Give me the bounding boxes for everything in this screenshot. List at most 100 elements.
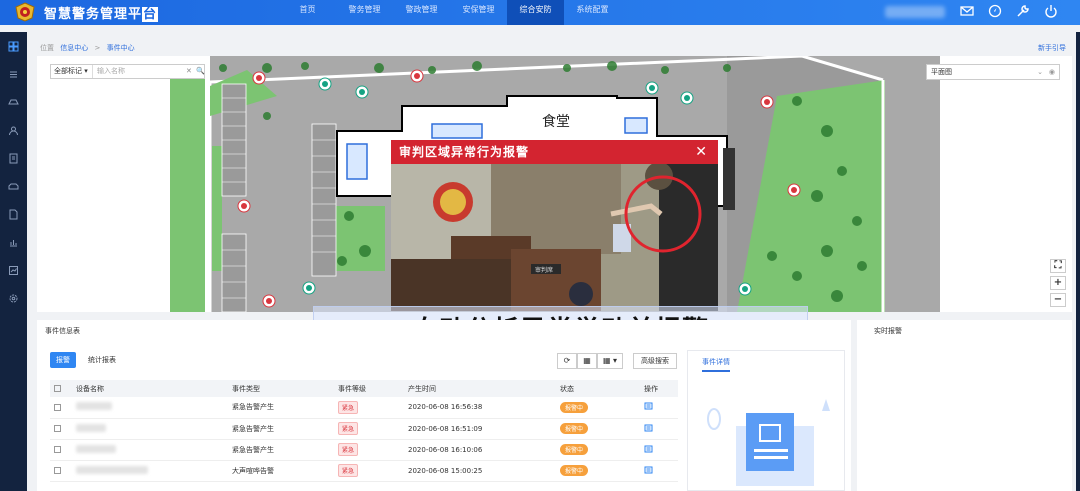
view-detail-icon[interactable] bbox=[644, 466, 653, 474]
chevron-down-icon: ⌄ bbox=[1037, 68, 1043, 76]
device-name-redacted bbox=[76, 423, 106, 432]
event-type: 紧急告警产生 bbox=[228, 439, 334, 461]
view-detail-icon[interactable] bbox=[644, 402, 653, 410]
event-time: 2020-06-08 16:10:06 bbox=[404, 439, 556, 461]
close-icon[interactable]: ✕ bbox=[695, 140, 708, 164]
alarm-video-feed[interactable]: 审判席 bbox=[391, 164, 718, 311]
table-row[interactable]: 紧急告警产生 紧急 2020-06-08 16:51:09 报警中 bbox=[50, 418, 678, 440]
nav-gov-mgmt[interactable]: 警政管理 bbox=[393, 0, 450, 25]
col-device-name: 设备名称 bbox=[72, 380, 228, 397]
realtime-alarm-panel: 实时报警 bbox=[857, 320, 1072, 491]
level-badge: 紧急 bbox=[338, 400, 359, 414]
table-view-icon[interactable]: ▦ bbox=[577, 353, 597, 369]
tab-stats-report[interactable]: 统计报表 bbox=[82, 352, 122, 368]
status-badge: 报警中 bbox=[560, 465, 589, 476]
tab-alarm[interactable]: 报警 bbox=[50, 352, 76, 368]
sidebar-item-user[interactable] bbox=[0, 116, 27, 144]
event-time: 2020-06-08 15:00:25 bbox=[404, 460, 556, 482]
search-icon[interactable]: 🔍 bbox=[196, 65, 205, 78]
sidebar-item-stats[interactable] bbox=[0, 256, 27, 284]
col-action: 操作 bbox=[640, 380, 678, 397]
status-badge: 报警中 bbox=[560, 423, 589, 434]
sidebar-item-settings[interactable] bbox=[0, 284, 27, 312]
sidebar-item-list[interactable] bbox=[0, 60, 27, 88]
sidebar-item-vehicle[interactable] bbox=[0, 172, 27, 200]
vehicle-icon bbox=[8, 183, 19, 189]
row-checkbox[interactable] bbox=[50, 460, 72, 482]
marker-filter-select[interactable]: 全部标记 ▾ bbox=[51, 65, 93, 78]
plan-view-select[interactable]: 平面图 ⌄ ◉ bbox=[926, 64, 1060, 80]
sidebar-item-dashboard[interactable] bbox=[0, 32, 27, 60]
nav-home[interactable]: 首页 bbox=[279, 0, 336, 25]
nav-integrated-security[interactable]: 综合安防 bbox=[507, 0, 564, 25]
status-badge: 报警中 bbox=[560, 401, 589, 413]
zoom-out-button[interactable]: − bbox=[1050, 293, 1066, 307]
alarm-title: 审判区域异常行为报警 bbox=[399, 145, 530, 159]
sidebar-item-document[interactable] bbox=[0, 200, 27, 228]
empty-state-illustration bbox=[707, 399, 830, 486]
breadcrumb-info-center[interactable]: 信息中心 bbox=[60, 44, 88, 52]
table-header-row: 设备名称 事件类型 事件等级 产生时间 状态 操作 bbox=[50, 380, 678, 397]
settings-icon bbox=[9, 294, 18, 302]
name-search-input[interactable]: 输入名称 bbox=[97, 65, 187, 78]
view-detail-icon[interactable] bbox=[644, 424, 653, 432]
row-checkbox[interactable] bbox=[50, 418, 72, 440]
device-name-redacted bbox=[76, 444, 116, 453]
advanced-search-button[interactable]: 高级搜索 bbox=[633, 353, 677, 369]
compass-icon[interactable] bbox=[988, 4, 1002, 18]
sidebar-item-report[interactable] bbox=[0, 144, 27, 172]
level-badge: 紧急 bbox=[338, 422, 359, 435]
realtime-panel-title: 实时报警 bbox=[874, 327, 902, 335]
view-detail-icon[interactable] bbox=[644, 445, 653, 453]
table-row[interactable]: 紧急告警产生 紧急 2020-06-08 16:10:06 报警中 bbox=[50, 439, 678, 461]
nav-security-mgmt[interactable]: 安保管理 bbox=[450, 0, 507, 25]
zoom-in-button[interactable]: + bbox=[1050, 276, 1066, 290]
device-name-redacted bbox=[76, 402, 112, 411]
map-search-box: 全部标记 ▾ 输入名称 ✕ 🔍 bbox=[50, 64, 205, 79]
refresh-icon[interactable]: ⟳ bbox=[557, 353, 577, 369]
event-panel-title: 事件信息表 bbox=[45, 327, 80, 335]
tab-event-detail[interactable]: 事件详情 bbox=[702, 357, 730, 372]
courtroom-scene: 审判席 bbox=[391, 164, 718, 311]
breadcrumb-separator: > bbox=[94, 44, 101, 52]
sidebar-item-car[interactable] bbox=[0, 88, 27, 116]
event-type: 紧急告警产生 bbox=[228, 418, 334, 440]
fullscreen-icon[interactable]: ⛶ bbox=[1050, 259, 1066, 273]
user-name[interactable] bbox=[885, 6, 945, 18]
location-pin-icon: ◉ bbox=[1048, 68, 1055, 76]
level-badge: 紧急 bbox=[338, 464, 359, 477]
breadcrumb: 位置 信息中心 > 事件中心 bbox=[40, 43, 139, 53]
canteen-label: 食堂 bbox=[542, 113, 570, 130]
nav-system-config[interactable]: 系统配置 bbox=[564, 0, 621, 25]
right-edge-bar bbox=[1076, 32, 1080, 491]
event-type: 大声喧哗告警 bbox=[228, 460, 334, 482]
report-icon bbox=[9, 153, 18, 163]
app-title: 智慧警务管理平台 bbox=[44, 7, 159, 22]
col-time: 产生时间 bbox=[404, 380, 556, 397]
breadcrumb-event-center: 事件中心 bbox=[106, 44, 135, 52]
device-name-redacted bbox=[76, 465, 148, 474]
power-icon[interactable] bbox=[1044, 4, 1058, 18]
chart-icon bbox=[10, 239, 17, 246]
beginner-guide-link[interactable]: 新手引导 bbox=[1038, 43, 1066, 53]
list-icon bbox=[10, 71, 17, 77]
event-type: 紧急告警产生 bbox=[228, 397, 334, 419]
sidebar-item-chart[interactable] bbox=[0, 228, 27, 256]
wrench-icon[interactable] bbox=[1016, 4, 1030, 18]
select-all-checkbox[interactable] bbox=[50, 380, 72, 397]
sidebar bbox=[0, 32, 27, 491]
row-checkbox[interactable] bbox=[50, 439, 72, 461]
police-emblem-icon bbox=[15, 2, 35, 22]
event-table: 设备名称 事件类型 事件等级 产生时间 状态 操作 紧急告警产生 紧急 2020… bbox=[50, 380, 678, 482]
clear-icon[interactable]: ✕ bbox=[186, 65, 192, 78]
status-badge: 报警中 bbox=[560, 444, 589, 455]
stats-icon bbox=[9, 265, 18, 275]
nav-police-mgmt[interactable]: 警务管理 bbox=[336, 0, 393, 25]
col-status: 状态 bbox=[556, 380, 640, 397]
breadcrumb-location: 位置 bbox=[40, 44, 54, 52]
columns-dropdown-icon[interactable]: ▦ ▾ bbox=[597, 353, 623, 369]
mail-icon[interactable] bbox=[960, 4, 974, 18]
row-checkbox[interactable] bbox=[50, 397, 72, 419]
table-row[interactable]: 紧急告警产生 紧急 2020-06-08 16:56:38 报警中 bbox=[50, 397, 678, 419]
table-row[interactable]: 大声喧哗告警 紧急 2020-06-08 15:00:25 报警中 bbox=[50, 460, 678, 482]
